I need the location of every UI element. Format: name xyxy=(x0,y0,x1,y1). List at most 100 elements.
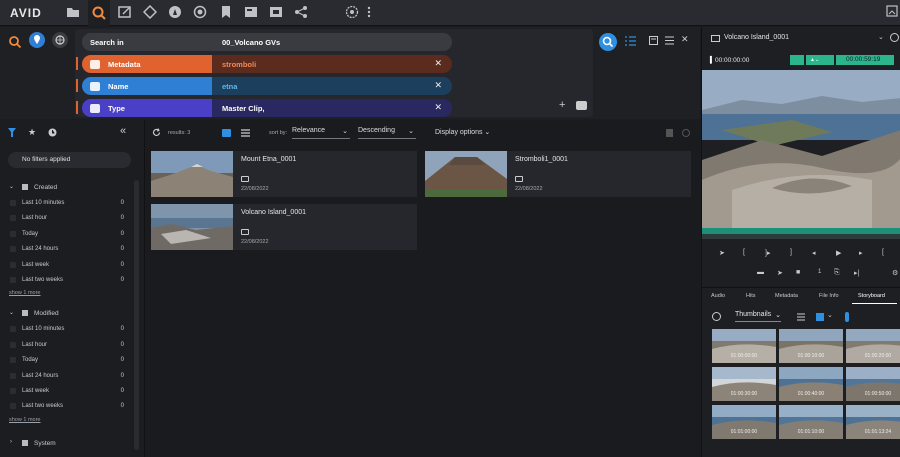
order-select[interactable]: Descending ⌄ xyxy=(358,127,416,139)
list-icon[interactable] xyxy=(797,313,805,321)
show-more-link[interactable]: show 1 more xyxy=(9,417,41,423)
tab-storyboard[interactable]: Storyboard xyxy=(858,293,885,299)
grid-view-icon[interactable] xyxy=(222,129,231,137)
share-icon[interactable] xyxy=(294,5,310,21)
tab-audio[interactable]: Audio xyxy=(711,293,725,299)
filter-checkbox[interactable] xyxy=(10,357,16,364)
filter-checkbox[interactable] xyxy=(10,326,16,333)
refresh-icon[interactable] xyxy=(152,128,161,137)
mark-out-icon[interactable]: ] xyxy=(790,249,792,256)
folder-icon[interactable] xyxy=(66,5,82,21)
filters-scrollbar[interactable] xyxy=(134,180,139,450)
filter-option[interactable]: Last hour 0 xyxy=(0,211,130,226)
sort-by-select[interactable]: Relevance ⌄ xyxy=(292,127,350,139)
filter-option[interactable]: Last 10 minutes 0 xyxy=(0,196,130,211)
criterion-name[interactable]: Name etna ✕ xyxy=(82,77,452,95)
filter-checkbox[interactable] xyxy=(10,341,16,348)
filter-option[interactable]: Last 24 hours 0 xyxy=(0,369,130,384)
refresh-icon[interactable] xyxy=(712,312,721,321)
storyboard-scrollbar[interactable] xyxy=(845,312,849,322)
criterion-type[interactable]: Type Master Clip, ✕ xyxy=(82,99,452,117)
filter-option[interactable]: Today 0 xyxy=(0,353,130,368)
history-icon[interactable] xyxy=(48,128,57,137)
search-mode-icon[interactable] xyxy=(8,35,22,49)
filter-checkbox[interactable] xyxy=(10,372,16,379)
filter-option[interactable]: Last week 0 xyxy=(0,258,130,273)
collapse-panel-icon[interactable]: « xyxy=(120,125,126,137)
add-criterion-icon[interactable]: + xyxy=(559,99,565,111)
remove-criterion-icon[interactable]: ✕ xyxy=(434,80,442,91)
play-icon[interactable]: ▶ xyxy=(836,249,841,257)
mark-in-icon[interactable]: [ xyxy=(743,249,745,256)
filter-checkbox[interactable] xyxy=(10,215,16,222)
display-options-button[interactable]: Display options ⌄ xyxy=(435,128,490,136)
skip-end-icon[interactable]: ▸| xyxy=(854,269,859,277)
result-card[interactable]: Mount Etna_0001 22/08/2022 xyxy=(151,151,417,197)
location-pin-icon[interactable] xyxy=(29,32,45,48)
edit-icon[interactable] xyxy=(118,5,134,21)
tab-metadata[interactable]: Metadata xyxy=(775,293,798,299)
chevron-down-icon[interactable]: ⌄ xyxy=(827,311,833,319)
criterion-metadata[interactable]: Metadata stromboli ✕ xyxy=(82,55,452,73)
filter-checkbox[interactable] xyxy=(10,277,16,283)
timecode-mode-dropdown[interactable]: ▲⌄ xyxy=(806,55,834,65)
filter-option[interactable]: Last 10 minutes 0 xyxy=(0,322,130,337)
news-icon[interactable] xyxy=(244,5,260,21)
search-location-row[interactable]: Search in 00_Volcano GVs xyxy=(82,33,452,51)
refresh-icon[interactable] xyxy=(890,33,899,42)
filter-option[interactable]: Last week 0 xyxy=(0,384,130,399)
filter-option[interactable]: Last 24 hours 0 xyxy=(0,242,130,257)
diamond-icon[interactable] xyxy=(143,5,159,21)
filter-group-system[interactable]: › System xyxy=(0,436,130,451)
remove-criterion-icon[interactable]: ✕ xyxy=(434,58,442,69)
step-back-icon[interactable]: ◂ xyxy=(812,249,816,257)
filter-option[interactable]: Last two weeks 0 xyxy=(0,273,130,288)
storyboard-view-select[interactable]: Thumbnails ⌄ xyxy=(735,311,781,322)
film-icon[interactable] xyxy=(269,5,285,21)
filter-checkbox[interactable] xyxy=(10,200,16,206)
favorites-icon[interactable]: ★ xyxy=(28,127,36,138)
monitor-icon[interactable] xyxy=(790,55,804,65)
settings-icon[interactable]: ⚙ xyxy=(892,269,898,277)
clear-criteria-icon[interactable] xyxy=(576,101,587,110)
send-icon[interactable]: ➤ xyxy=(777,269,783,277)
filter-icon[interactable] xyxy=(8,128,16,137)
go-to-in-icon[interactable]: ]▸ xyxy=(765,249,770,257)
close-icon[interactable]: ✕ xyxy=(681,34,689,45)
list-view-toggle-icon[interactable] xyxy=(241,129,250,137)
mark-in-right-icon[interactable]: [ xyxy=(882,249,884,256)
save-search-icon[interactable] xyxy=(649,36,658,45)
filter-group-modified[interactable]: ⌄ Modified xyxy=(0,306,130,321)
tab-file-info[interactable]: File Info xyxy=(819,293,839,299)
mark-clip-icon[interactable]: ➤ xyxy=(719,249,725,257)
filter-checkbox[interactable] xyxy=(10,403,16,410)
step-forward-icon[interactable]: ▸ xyxy=(859,249,863,257)
info-icon[interactable] xyxy=(682,129,690,137)
search-button[interactable] xyxy=(599,33,617,51)
folder-icon[interactable]: ▬ xyxy=(757,269,764,276)
stop-icon[interactable]: ■ xyxy=(796,269,800,276)
bookmark-icon[interactable] xyxy=(219,5,235,21)
globe-search-icon[interactable] xyxy=(52,32,68,48)
circle-icon[interactable] xyxy=(193,5,209,21)
show-more-link[interactable]: show 1 more xyxy=(9,290,41,296)
result-card[interactable]: Stromboli1_0001 22/08/2022 xyxy=(425,151,691,197)
list-view-icon[interactable] xyxy=(625,36,636,46)
filter-checkbox[interactable] xyxy=(10,246,16,253)
filter-option[interactable]: Today 0 xyxy=(0,227,130,242)
tab-hits[interactable]: Hits xyxy=(746,293,755,299)
frame-icon[interactable]: ⎘ xyxy=(834,269,840,277)
more-icon[interactable] xyxy=(366,5,382,21)
result-card[interactable]: Volcano Island_0001 22/08/2022 xyxy=(151,204,417,250)
filter-option[interactable]: Last two weeks 0 xyxy=(0,399,130,414)
user-icon[interactable] xyxy=(886,5,900,21)
copy-icon[interactable] xyxy=(666,129,673,137)
filter-checkbox[interactable] xyxy=(10,261,16,268)
chevron-down-icon[interactable]: ⌄ xyxy=(878,33,884,41)
search-icon[interactable] xyxy=(88,0,110,26)
menu-icon[interactable] xyxy=(665,36,674,45)
remove-criterion-icon[interactable]: ✕ xyxy=(434,102,442,113)
grid-icon[interactable] xyxy=(816,313,824,321)
filter-group-created[interactable]: ⌄ Created xyxy=(0,180,130,195)
globe-icon[interactable] xyxy=(345,5,361,21)
